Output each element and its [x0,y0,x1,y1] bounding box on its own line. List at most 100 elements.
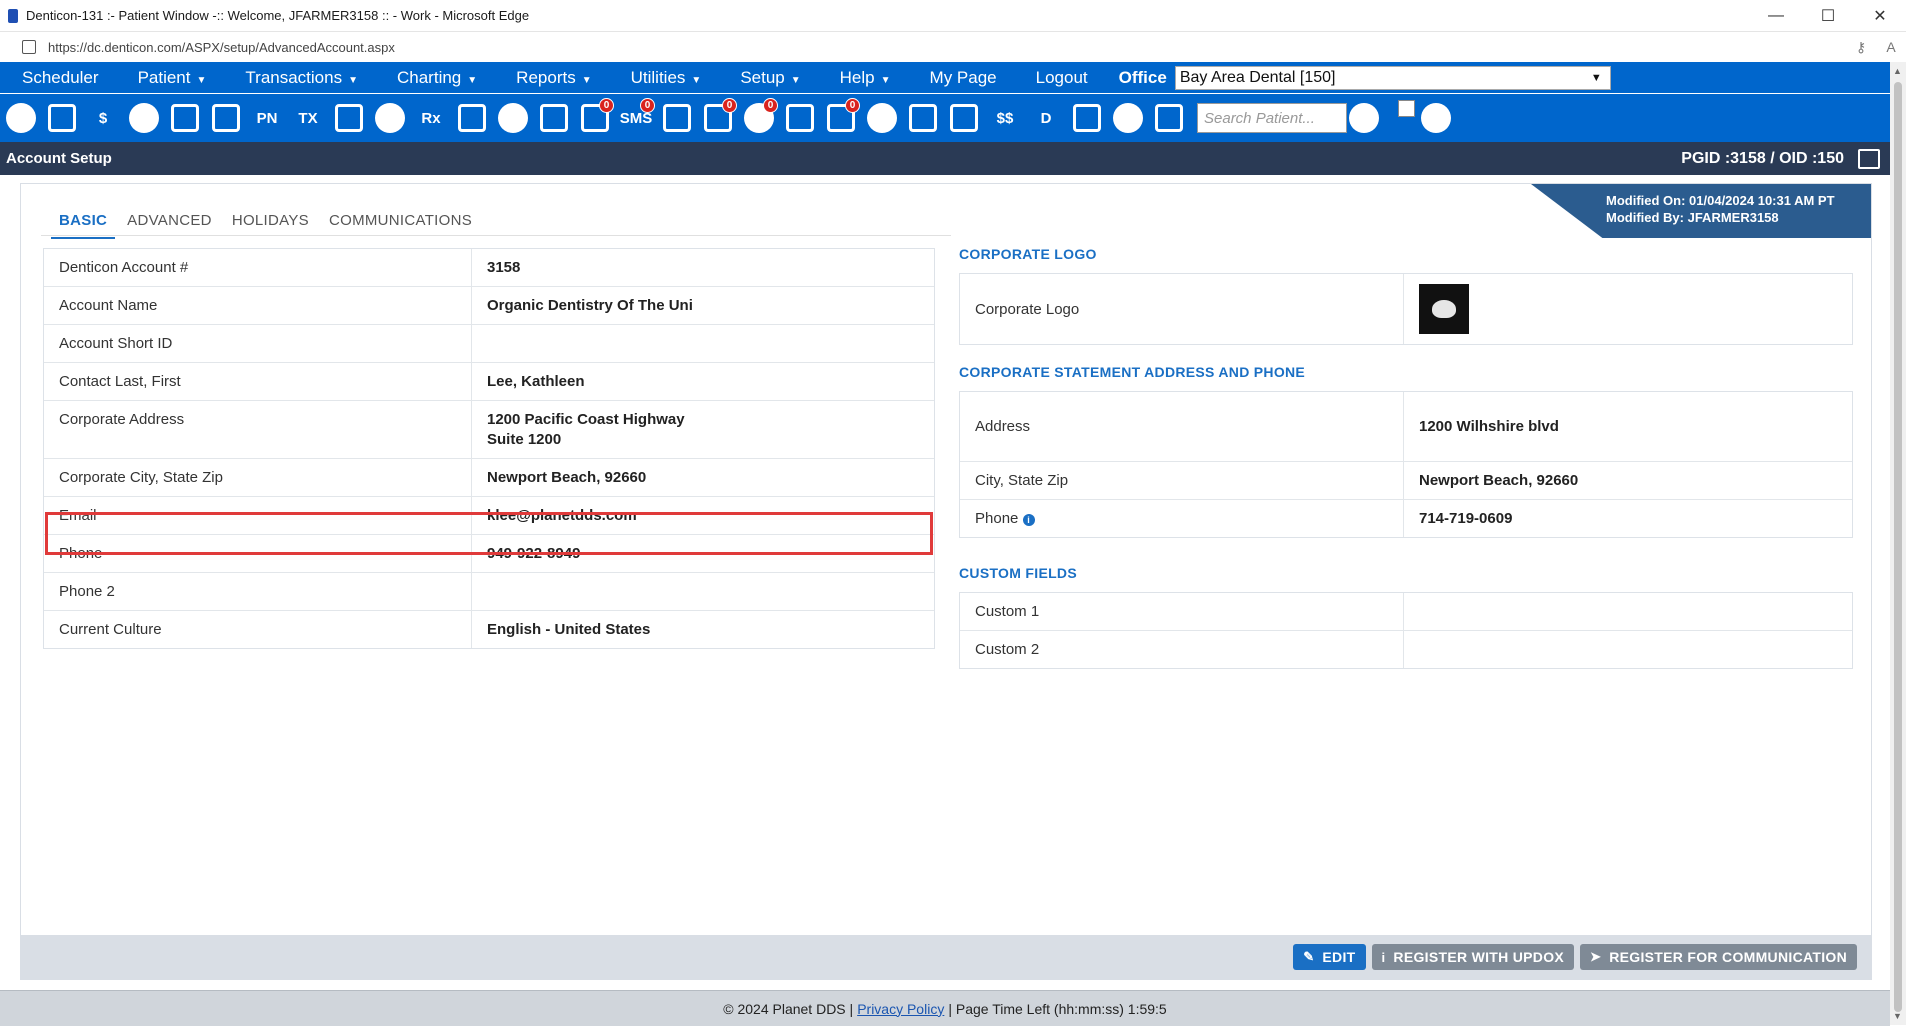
printer-icon[interactable] [906,100,940,136]
corporate-statement-section: CORPORATE STATEMENT ADDRESS AND PHONE Ad… [959,364,1853,538]
forward-icon[interactable] [947,100,981,136]
lock-icon [22,40,36,54]
home-icon[interactable] [4,100,38,136]
page-scrollbar[interactable]: ▲ ▼ [1890,62,1906,1025]
row-value: Newport Beach, 92660 [472,459,934,496]
key-icon[interactable]: ⚷ [1846,39,1876,56]
row-label: Account Short ID [44,325,472,362]
row-value: 949-922-8949 [472,535,934,572]
messages-icon[interactable]: 0 [578,98,614,136]
support-icon[interactable]: 0 [742,98,778,136]
page-footer: © 2024 Planet DDS | Privacy Policy | Pag… [0,990,1890,1026]
register-communication-button[interactable]: ➤ REGISTER FOR COMMUNICATION [1580,944,1857,970]
tooth-icon[interactable] [168,100,202,136]
logo-mark [1432,300,1456,318]
corporate-statement-table: Address 1200 Wilhshire blvd City, State … [959,391,1853,538]
row-value [472,573,934,610]
menu-label: Transactions [245,67,343,87]
office-select[interactable]: Bay Area Dental [150] ▼ [1174,65,1611,90]
menu-label: Utilities [630,67,686,87]
calendar-icon[interactable] [45,100,79,136]
row-value [472,325,934,362]
table-row: Corporate Address 1200 Pacific Coast High… [44,401,934,459]
web-icon[interactable] [783,100,817,136]
menu-setup[interactable]: Setup ▼ [718,68,817,88]
icon-text: D [1040,109,1052,127]
row-value: 3158 [472,249,934,286]
icon-text: TX [298,109,318,127]
tx-icon[interactable]: TX [291,100,325,136]
notes-icon[interactable] [455,100,489,136]
print-icon[interactable] [1858,148,1880,169]
minimize-button[interactable]: — [1750,7,1802,25]
clipboard-edit-icon[interactable] [127,100,161,136]
group-icon[interactable] [865,100,899,136]
menu-my-page[interactable]: My Page [908,68,1014,88]
close-button[interactable]: ✕ [1854,6,1906,26]
row-label: Phone 2 [44,573,472,610]
register-communication-label: REGISTER FOR COMMUNICATION [1609,949,1847,965]
menu-reports[interactable]: Reports ▼ [494,68,608,88]
address-bar: https://dc.denticon.com/ASPX/setup/Advan… [0,32,1906,63]
insurance-icon[interactable]: $$ [988,100,1022,136]
add-patient-icon[interactable] [332,100,366,136]
pencil-icon: ✎ [1303,949,1315,964]
chevron-down-icon: ▼ [348,74,358,86]
add-family-icon[interactable] [373,100,407,136]
clock-icon[interactable] [660,100,694,136]
tasks-icon[interactable]: 0 [824,98,860,136]
value-line: 949-922-8949 [487,545,581,562]
modified-by: Modified By: JFARMER3158 [1606,210,1779,225]
icon-shape [212,104,240,132]
analytics-icon[interactable] [1111,100,1145,136]
pn-icon[interactable]: PN [250,100,284,136]
menu-scheduler[interactable]: Scheduler [0,68,116,88]
patient-search-icon[interactable] [1347,100,1381,136]
menu-transactions[interactable]: Transactions ▼ [223,68,375,88]
window-title: Denticon-131 :- Patient Window -:: Welco… [26,8,530,23]
chevron-down-icon: ▼ [581,74,592,86]
edit-button[interactable]: ✎ EDIT [1293,944,1366,970]
chevron-down-icon: ▼ [196,74,207,86]
dollar-icon[interactable]: $ [86,100,120,136]
teeth-chart-icon[interactable] [209,100,243,136]
row-label: Account Name [44,287,472,324]
value-line: Lee, Kathleen [487,373,585,390]
row-label: Contact Last, First [44,363,472,400]
document-icon[interactable]: D [1029,100,1063,136]
collapse-icon[interactable] [1152,100,1186,136]
chevron-down-icon: ▼ [1590,71,1602,84]
maximize-button[interactable]: ☐ [1802,6,1854,26]
copyright-text: © 2024 Planet DDS | [723,1000,854,1017]
sms-icon[interactable]: SMS 0 [619,98,655,136]
scroll-down-icon[interactable]: ▼ [1893,1011,1902,1021]
rx-icon[interactable]: Rx [414,100,448,136]
row-label: Phone [44,535,472,572]
search-patient-input[interactable]: Search Patient... [1197,103,1347,133]
read-aloud-icon[interactable]: A [1876,39,1906,55]
notification-badge: 0 [599,98,614,113]
global-settings-icon[interactable]: 0 [701,98,737,136]
menu-utilities[interactable]: Utilities ▼ [609,68,719,88]
info-icon[interactable]: i [1022,514,1035,526]
email-icon[interactable] [537,100,571,136]
menu-help[interactable]: Help ▼ [818,68,908,88]
menu-logout[interactable]: Logout [1014,68,1105,88]
scroll-up-icon[interactable]: ▲ [1893,66,1902,76]
fax-icon[interactable] [496,100,530,136]
row-value [1404,274,1852,344]
org-chart-icon[interactable] [1070,100,1104,136]
privacy-policy-link[interactable]: Privacy Policy [857,1001,944,1017]
register-updox-button[interactable]: i REGISTER WITH UPDOX [1371,944,1575,970]
table-row: Address 1200 Wilhshire blvd [960,392,1852,462]
search-checkbox[interactable] [1398,100,1415,117]
url-field[interactable]: https://dc.denticon.com/ASPX/setup/Advan… [48,40,1846,55]
menu-patient[interactable]: Patient ▼ [116,68,224,88]
menu-label: Help [839,67,875,87]
corporate-statement-heading: CORPORATE STATEMENT ADDRESS AND PHONE [959,364,1306,380]
family-search-icon[interactable] [1419,100,1453,136]
scrollbar-thumb[interactable] [1894,82,1902,1012]
menu-charting[interactable]: Charting ▼ [375,68,494,88]
row-value: 714-719-0609 [1419,510,1513,527]
phone-label: Phone [975,510,1019,527]
